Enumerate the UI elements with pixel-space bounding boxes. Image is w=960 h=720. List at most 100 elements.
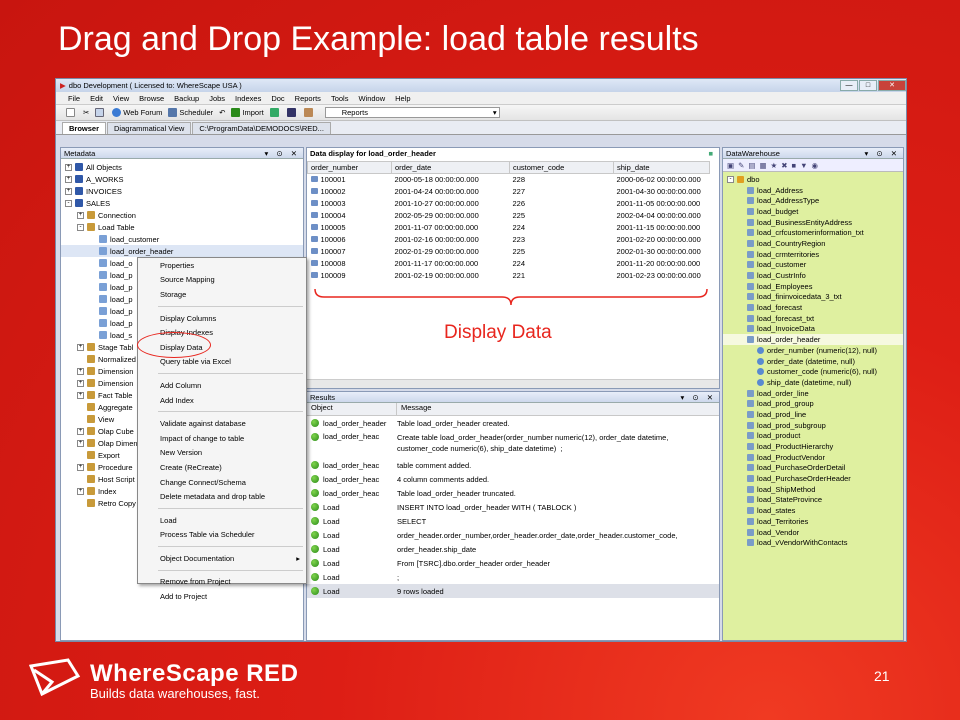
menu-item-storage[interactable]: Storage (138, 287, 306, 302)
expand-icon[interactable]: + (65, 163, 72, 171)
tools-icon[interactable] (303, 108, 315, 117)
menu-item-impact-of-change-to-table[interactable]: Impact of change to table (138, 431, 306, 446)
table-row[interactable]: 100009 2001-02-19 00:00:00.000 221 2001-02-… (308, 270, 710, 282)
menu-window[interactable]: Window (358, 94, 385, 103)
column-node[interactable]: ship_date (datetime, null) (723, 377, 903, 388)
result-row[interactable]: Load 9 rows loaded (307, 584, 719, 598)
result-row[interactable]: load_order_heac 4 column comments added. (307, 472, 719, 486)
table-node[interactable]: load_Vendor (723, 527, 903, 538)
table-node[interactable]: load_prod_group (723, 398, 903, 409)
table-row[interactable]: 100008 2001-11-17 00:00:00.000 224 2001-11-… (308, 258, 710, 270)
maximize-button[interactable]: □ (859, 80, 877, 91)
menu-help[interactable]: Help (395, 94, 410, 103)
table-node[interactable]: load_order_line (723, 388, 903, 399)
menu-item-add-to-project[interactable]: Add to Project (138, 589, 306, 604)
column-node[interactable]: order_date (datetime, null) (723, 356, 903, 367)
new-icon[interactable] (66, 108, 77, 117)
table-node[interactable]: load_InvoiceData (723, 324, 903, 335)
table-node[interactable]: load_PurchaseOrderHeader (723, 473, 903, 484)
expand-icon[interactable]: + (77, 427, 84, 435)
menu-item-change-connect-schema[interactable]: Change Connect/Schema (138, 475, 306, 490)
menu-item-new-version[interactable]: New Version (138, 446, 306, 461)
collapse-icon[interactable]: - (727, 175, 734, 183)
save-icon[interactable] (286, 108, 298, 117)
column-header-order-date[interactable]: order_date (391, 161, 510, 174)
expand-icon[interactable]: + (65, 175, 72, 183)
result-row[interactable]: load_order_heac Create table load_order_h… (307, 430, 719, 458)
table-node[interactable]: load_ShipMethod (723, 484, 903, 495)
table-node[interactable]: load_ProductVendor (723, 452, 903, 463)
menu-item-process-table-via-scheduler[interactable]: Process Table via Scheduler (138, 528, 306, 543)
table-node[interactable]: load_order_header (723, 334, 903, 345)
copy-icon[interactable] (95, 108, 106, 117)
column-node[interactable]: order_number (numeric(12), null) (723, 345, 903, 356)
expand-icon[interactable]: + (77, 211, 84, 219)
expand-icon[interactable]: + (77, 367, 84, 375)
table-node[interactable]: load_ProductHierarchy (723, 441, 903, 452)
expand-icon[interactable]: + (77, 343, 84, 351)
menu-item-create-recreate-[interactable]: Create (ReCreate) (138, 460, 306, 475)
table-node[interactable]: load_fininvoicedata_3_txt (723, 292, 903, 303)
menu-jobs[interactable]: Jobs (209, 94, 225, 103)
menu-view[interactable]: View (113, 94, 129, 103)
table-row[interactable]: 100003 2001-10-27 00:00:00.000 226 2001-11-… (308, 198, 710, 210)
table-node[interactable]: load_Employees (723, 281, 903, 292)
pane-controls[interactable]: ▾ ⊙ ✕ (680, 393, 716, 402)
import-button[interactable]: Import (231, 108, 264, 117)
tree-node[interactable]: + A_WORKS (61, 173, 303, 185)
table-node[interactable]: load_Address (723, 185, 903, 196)
table-node[interactable]: load_PurchaseOrderDetail (723, 463, 903, 474)
table-node[interactable]: load_prod_line (723, 409, 903, 420)
menu-file[interactable]: File (68, 94, 80, 103)
table-node[interactable]: load_customer (723, 260, 903, 271)
menu-item-properties[interactable]: Properties (138, 258, 306, 273)
table-row[interactable]: 100002 2001-04-24 00:00:00.000 227 2001-04-… (308, 186, 710, 198)
table-row[interactable]: 100004 2002-05-29 00:00:00.000 225 2002-04-… (308, 210, 710, 222)
minimize-button[interactable]: — (840, 80, 858, 91)
horizontal-scrollbar[interactable] (307, 379, 719, 388)
tree-node[interactable]: load_customer (61, 233, 303, 245)
result-row[interactable]: load_order_heac Table load_order_header t… (307, 486, 719, 500)
menu-item-add-index[interactable]: Add Index (138, 393, 306, 408)
tree-node[interactable]: - SALES (61, 197, 303, 209)
collapse-icon[interactable]: - (65, 199, 72, 207)
menu-item-add-column[interactable]: Add Column (138, 378, 306, 393)
table-node[interactable]: load_Territories (723, 516, 903, 527)
result-row[interactable]: Load SELECT (307, 514, 719, 528)
result-row[interactable]: Load order_header.order_number,order_head… (307, 528, 719, 542)
table-node[interactable]: load_vVendorWithContacts (723, 537, 903, 548)
reports-dropdown[interactable]: Reports ▾ (324, 107, 500, 118)
web-forum-button[interactable]: Web Forum (112, 108, 162, 117)
pane-controls[interactable]: ▾ ⊙ ✕ (864, 149, 900, 158)
menu-item-display-columns[interactable]: Display Columns (138, 311, 306, 326)
menu-item-load[interactable]: Load (138, 513, 306, 528)
table-node[interactable]: load_AddressType (723, 195, 903, 206)
menu-tools[interactable]: Tools (331, 94, 349, 103)
table-node[interactable]: load_crmterritories (723, 249, 903, 260)
column-header-order-number[interactable]: order_number (307, 161, 392, 174)
table-row[interactable]: 100006 2001-02-16 00:00:00.000 223 2001-02-… (308, 234, 710, 246)
result-row[interactable]: Load From [TSRC].dbo.order_header order_h… (307, 556, 719, 570)
table-node[interactable]: load_BusinessEntityAddress (723, 217, 903, 228)
menu-item-source-mapping[interactable]: Source Mapping (138, 273, 306, 288)
table-node[interactable]: load_budget (723, 206, 903, 217)
expand-icon[interactable]: + (77, 391, 84, 399)
scheduler-button[interactable]: Scheduler (168, 108, 213, 117)
close-button[interactable]: ✕ (878, 80, 906, 91)
table-node[interactable]: load_CountryRegion (723, 238, 903, 249)
menu-browse[interactable]: Browse (139, 94, 164, 103)
menu-item-validate-against-database[interactable]: Validate against database (138, 416, 306, 431)
cut-icon[interactable]: ✂ (83, 108, 89, 117)
table-node[interactable]: load_prod_subgroup (723, 420, 903, 431)
undo-icon[interactable]: ↶ (219, 108, 225, 117)
table-node[interactable]: load_CustrInfo (723, 270, 903, 281)
datawarehouse-toolbar[interactable]: ▣✎▤▦★✖■▼◉ (723, 159, 903, 172)
expand-icon[interactable]: + (77, 379, 84, 387)
tree-node[interactable]: - Load Table (61, 221, 303, 233)
expand-icon[interactable]: + (77, 463, 84, 471)
data-display-toolbar-icon[interactable]: ■ (708, 149, 716, 158)
table-row[interactable]: 100001 2000-05-18 00:00:00.000 228 2000-06-… (308, 174, 710, 186)
table-node[interactable]: load_forecast_txt (723, 313, 903, 324)
tab-0[interactable]: Browser (62, 122, 107, 134)
table-node[interactable]: load_crfcustomerinformation_txt (723, 227, 903, 238)
